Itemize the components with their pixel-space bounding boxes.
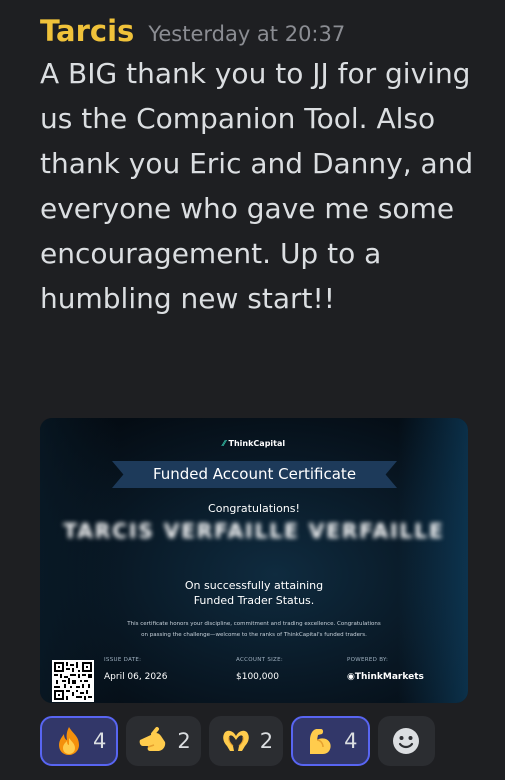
attain-line-1: On successfully attaining [184, 579, 324, 592]
flexed-biceps-icon [304, 725, 336, 757]
powered-by-text: ThinkMarkets [354, 672, 424, 682]
congrats-text: Congratulations! [208, 502, 300, 515]
pinched-hand-icon [137, 725, 169, 757]
recipient-name-blurred: TARCIS VERFAILLE VERFAILLE [63, 519, 445, 543]
add-reaction-icon [390, 725, 422, 757]
message-timestamp: Yesterday at 20:37 [148, 22, 346, 46]
brand-logo: ⁄⁄ ThinkCapital [40, 439, 468, 448]
certificate-title: Funded Account Certificate [152, 465, 357, 483]
reaction-count: 2 [177, 729, 191, 753]
powered-by-label: POWERED BY: [347, 657, 389, 663]
author-name[interactable]: Tarcis [40, 14, 134, 48]
certificate-image[interactable]: ⁄⁄ ThinkCapital Funded Account Certificat… [40, 418, 468, 703]
issue-date-label: ISSUE DATE: [104, 657, 142, 663]
message-text: A BIG thank you to JJ for giving us the … [40, 57, 474, 315]
powered-by-value: ◉ThinkMarkets [347, 672, 424, 682]
reaction-heart-hands[interactable]: 2 [208, 716, 284, 766]
honor-line-1: This certificate honors your discipline,… [127, 621, 381, 627]
reaction-flexed-biceps[interactable]: 4 [291, 716, 370, 766]
reaction-bar: 4 2 2 4 [40, 716, 435, 766]
reaction-count: 4 [93, 729, 107, 753]
heart-hands-icon [220, 725, 252, 757]
fire-icon [53, 725, 85, 757]
account-size-label: ACCOUNT SIZE: [236, 657, 284, 663]
brand-mark-icon: ⁄⁄ [222, 439, 226, 448]
honor-line-2: on passing the challenge—welcome to the … [141, 632, 367, 638]
add-reaction-button[interactable] [377, 716, 435, 766]
honor-text: This certificate honors your discipline,… [40, 619, 468, 641]
card-shade-right [398, 418, 468, 703]
message-header: Tarcis Yesterday at 20:37 [40, 14, 490, 48]
account-size-value: $100,000 [236, 672, 279, 682]
attain-line-2: Funded Trader Status. [193, 594, 315, 607]
chat-message: Tarcis Yesterday at 20:37 A BIG thank yo… [40, 14, 490, 321]
reaction-pinched-hand[interactable]: 2 [126, 716, 201, 766]
reaction-count: 4 [344, 729, 358, 753]
issue-date-value: April 06, 2026 [104, 672, 168, 682]
attain-text: On successfully attaining Funded Trader … [40, 578, 468, 608]
reaction-count: 2 [259, 729, 274, 753]
brand-text: ThinkCapital [228, 439, 286, 448]
reaction-fire[interactable]: 4 [40, 716, 119, 766]
qr-code [52, 660, 94, 702]
